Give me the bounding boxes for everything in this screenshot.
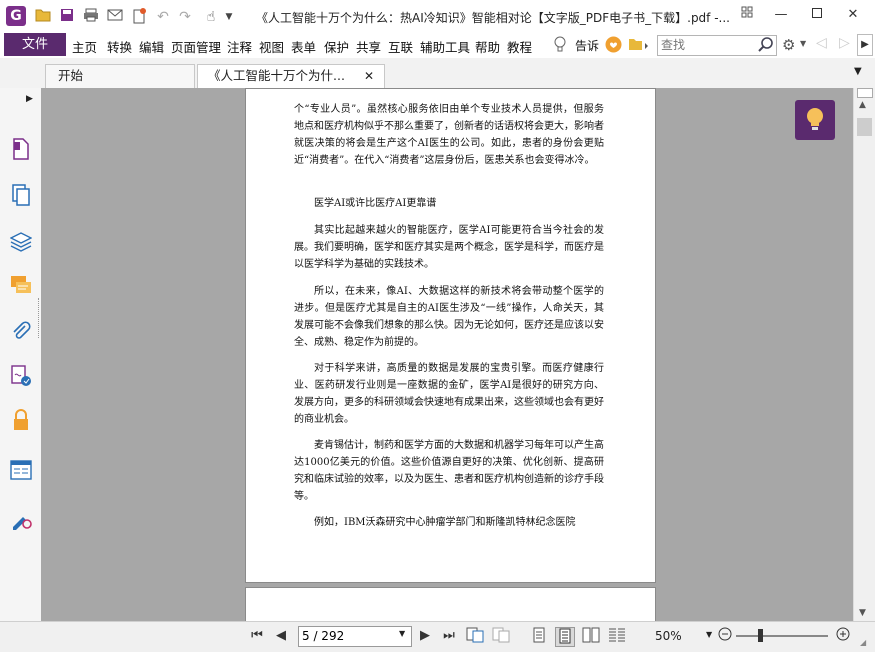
previous-page-icon[interactable]: ◀	[272, 627, 290, 645]
menu-form[interactable]: 表单	[291, 37, 316, 56]
menu-file[interactable]: 文件	[4, 33, 66, 56]
scrollbar-thumb[interactable]	[857, 118, 872, 136]
page-paragraph: 麦肯锡估计，制药和医学方面的大数据和机器学习每年可以产生高达1000亿美元的价值…	[294, 440, 604, 502]
title-bar: G ↶ ↷ ☝ ▼ 《人工智能十万个为什么：热AI冷知识》智能相对论【文字版_P…	[0, 0, 875, 34]
menu-help[interactable]: 帮助	[475, 37, 500, 56]
pdf-page: 个“专业人员”。虽然核心服务依旧由单个专业技术人员提供，但服务地点和医疗机构似乎…	[245, 88, 656, 583]
tab-current-document-label: 《人工智能十万个为什...	[208, 68, 345, 83]
menu-view[interactable]: 视图	[259, 37, 284, 56]
signature-panel-icon[interactable]	[10, 365, 32, 389]
first-page-icon[interactable]: ⏮	[248, 627, 266, 645]
page-paragraph: 对于科学来讲，高质量的数据是发展的宝贵引擎。而医疗健康行业、医药研发行业则是一座…	[294, 363, 604, 425]
resize-grip-icon[interactable]: ◢	[860, 638, 866, 647]
comments-icon[interactable]	[10, 274, 32, 298]
close-button[interactable]: ✕	[842, 6, 864, 24]
continuous-view-icon[interactable]	[555, 627, 575, 647]
settings-gear-icon[interactable]: ⚙	[782, 36, 795, 54]
save-icon[interactable]	[58, 8, 76, 26]
quick-access-dropdown-icon[interactable]: ▼	[220, 8, 238, 26]
zoom-slider[interactable]	[736, 635, 828, 637]
page-paragraph: 例如，IBM沃森研究中心肿瘤学部门和斯隆凯特林纪念医院	[314, 517, 576, 528]
menu-comment[interactable]: 注释	[227, 37, 252, 56]
page-paragraph: 个“专业人员”。虽然核心服务依旧由单个专业技术人员提供，但服务地点和医疗机构似乎…	[294, 104, 604, 166]
last-page-icon[interactable]: ⏭	[440, 627, 458, 645]
previous-view-icon[interactable]	[466, 627, 484, 645]
panel-expand-icon[interactable]: ▶	[26, 94, 33, 104]
like-icon[interactable]	[605, 36, 622, 56]
zoom-in-icon[interactable]	[834, 627, 852, 645]
continuous-facing-view-icon[interactable]	[608, 627, 626, 645]
search-icon[interactable]	[758, 37, 774, 56]
page-dropdown-icon[interactable]: ▼	[399, 629, 405, 638]
tab-list-dropdown-icon[interactable]: ▼	[854, 66, 862, 77]
menu-home[interactable]: 主页	[72, 37, 97, 56]
vertical-scrollbar[interactable]: ▲ ▼	[853, 88, 875, 621]
lightbulb-icon[interactable]	[553, 36, 567, 56]
lightbulb-icon	[807, 108, 823, 130]
email-icon[interactable]	[106, 8, 124, 26]
page-number-combo[interactable]: ▼	[298, 626, 412, 647]
window-title: 《人工智能十万个为什么：热AI冷知识》智能相对论【文字版_PDF电子书_下载】.…	[256, 11, 730, 25]
section-heading: 医学AI或许比医疗AI更靠谱	[314, 198, 437, 209]
next-page-icon[interactable]: ▶	[416, 627, 434, 645]
page-number-input[interactable]	[302, 628, 392, 644]
previous-result-icon[interactable]: ◁	[816, 35, 827, 51]
menu-protect[interactable]: 保护	[324, 37, 349, 56]
layers-icon[interactable]	[9, 230, 33, 254]
tab-start-label: 开始	[58, 68, 84, 83]
document-tab-bar: 开始 《人工智能十万个为什... ✕ ▼	[0, 58, 875, 89]
find-in-folder-icon[interactable]	[628, 37, 650, 54]
pages-icon[interactable]	[10, 184, 32, 208]
search-input[interactable]	[661, 37, 755, 53]
split-view-handle[interactable]	[857, 88, 873, 98]
hand-tool-icon[interactable]: ☝	[202, 8, 220, 26]
zoom-dropdown-icon[interactable]: ▼	[706, 630, 712, 639]
menu-share[interactable]: 共享	[356, 37, 381, 56]
maximize-button[interactable]	[806, 6, 828, 24]
ribbon-display-options-icon[interactable]	[736, 6, 758, 24]
status-bar: ⏮ ◀ ▼ ▶ ⏭ 50% ▼ ◢	[0, 621, 875, 652]
ribbon-expand-icon[interactable]: ▶	[857, 34, 873, 56]
next-result-icon[interactable]: ▷	[839, 35, 850, 51]
form-fields-icon[interactable]	[10, 460, 32, 484]
single-page-view-icon[interactable]	[530, 627, 548, 645]
menu-convert[interactable]: 转换	[107, 37, 132, 56]
menu-accessibility[interactable]: 辅助工具	[420, 37, 470, 56]
menu-tutorial[interactable]: 教程	[507, 37, 532, 56]
menu-bar: 文件 主页 转换 编辑 页面管理 注释 视图 表单 保护 共享 互联 辅助工具 …	[0, 33, 875, 57]
print-icon[interactable]	[82, 8, 100, 26]
redo-icon[interactable]: ↷	[176, 8, 194, 26]
minimize-button[interactable]: —	[770, 6, 792, 24]
page-paragraph: 所以，在未来，像AI、大数据这样的新技术将会带动整个医学的进步。但是医疗尤其是自…	[294, 286, 604, 348]
tab-current-document[interactable]: 《人工智能十万个为什... ✕	[197, 64, 385, 89]
tab-close-icon[interactable]: ✕	[364, 65, 374, 87]
pdf-next-page	[245, 587, 656, 621]
security-lock-icon[interactable]	[10, 409, 32, 433]
suggestion-lightbulb-button[interactable]	[795, 100, 835, 140]
menu-edit[interactable]: 编辑	[139, 37, 164, 56]
new-document-icon[interactable]	[130, 8, 148, 26]
left-navigation-panel: ▶	[0, 88, 42, 621]
menu-organize[interactable]: 页面管理	[171, 37, 221, 56]
page-paragraph: 其实比起越来越火的智能医疗，医学AI可能更符合当今社会的发展。我们要明确，医学和…	[294, 225, 604, 270]
zoom-level[interactable]: 50%	[655, 629, 682, 643]
scroll-down-icon[interactable]: ▼	[859, 608, 866, 618]
next-view-icon[interactable]	[492, 627, 510, 645]
undo-icon[interactable]: ↶	[154, 8, 172, 26]
zoom-slider-thumb[interactable]	[758, 629, 763, 642]
scroll-up-icon[interactable]: ▲	[859, 100, 866, 110]
fill-sign-icon[interactable]	[10, 508, 32, 532]
settings-dropdown-icon[interactable]: ▼	[800, 39, 806, 48]
tell-me-label[interactable]: 告诉	[575, 37, 599, 54]
zoom-out-icon[interactable]	[716, 627, 734, 645]
document-view[interactable]: 个“专业人员”。虽然核心服务依旧由单个专业技术人员提供，但服务地点和医疗机构似乎…	[41, 88, 853, 621]
search-box[interactable]	[657, 35, 777, 56]
attachments-icon[interactable]	[10, 320, 32, 344]
tab-start[interactable]: 开始	[45, 64, 195, 89]
app-logo-icon[interactable]: G	[6, 6, 26, 26]
menu-connect[interactable]: 互联	[388, 37, 413, 56]
facing-view-icon[interactable]	[582, 627, 600, 645]
open-folder-icon[interactable]	[34, 8, 52, 26]
page-thumbnails-icon[interactable]	[10, 138, 32, 162]
